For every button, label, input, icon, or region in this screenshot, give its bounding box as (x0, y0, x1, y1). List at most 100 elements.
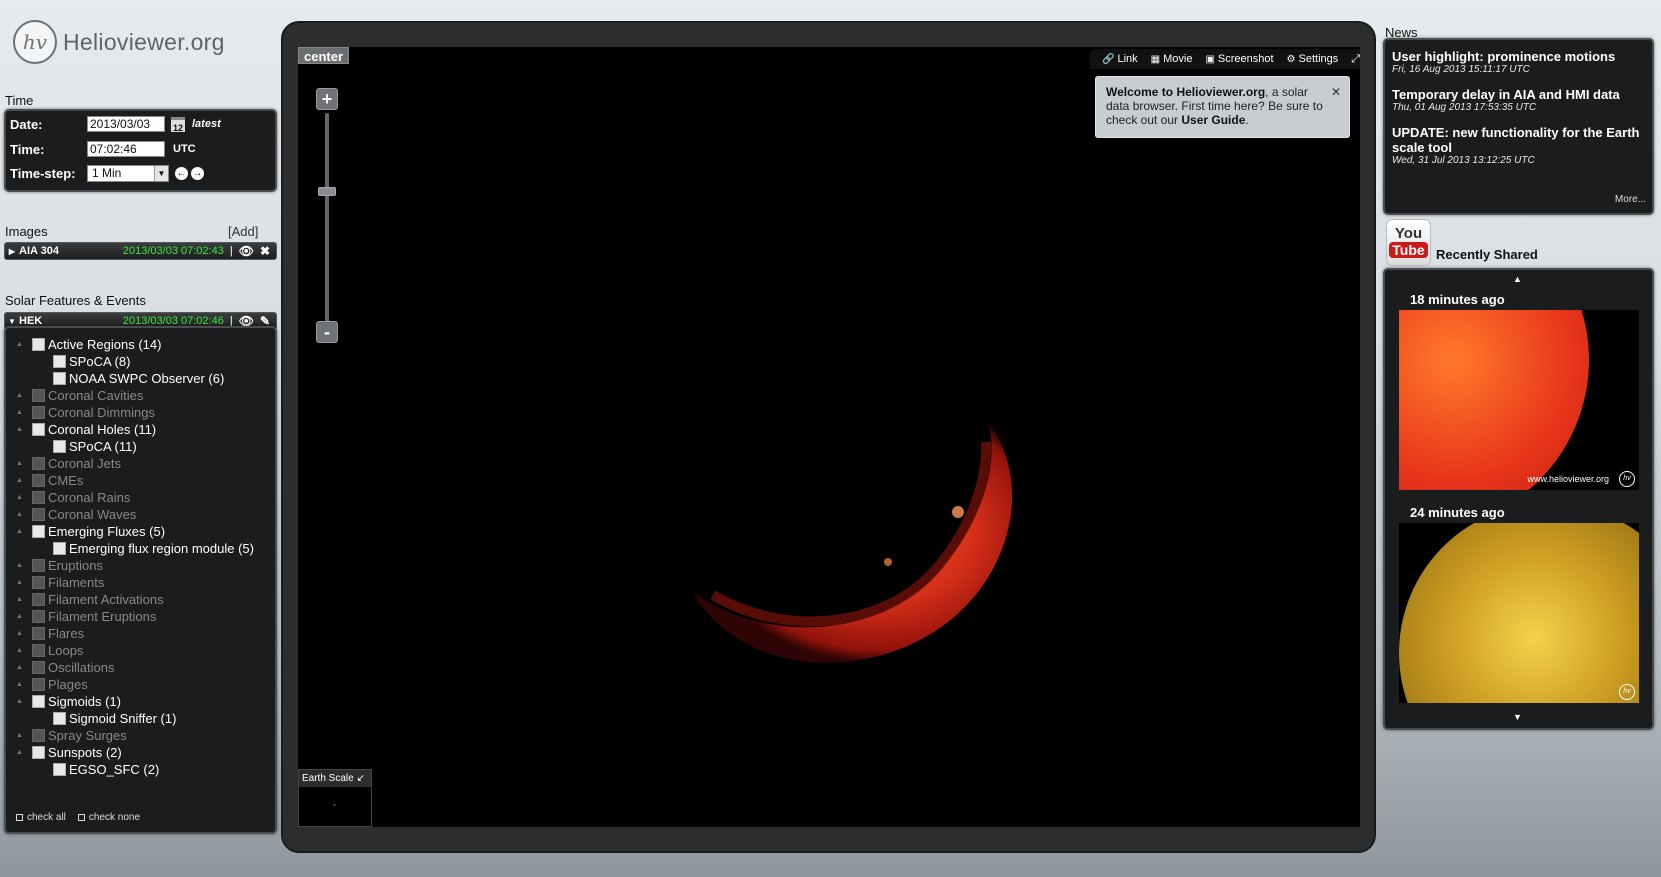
event-type-item[interactable]: ▲ Coronal Holes (11) (16, 421, 156, 438)
link-button[interactable]: 🔗 Link (1102, 53, 1138, 65)
youtube-logo-icon[interactable]: You Tube (1386, 219, 1431, 266)
event-checkbox[interactable] (32, 457, 45, 470)
news-title[interactable]: Temporary delay in AIA and HMI data (1392, 87, 1645, 102)
collapse-triangle-icon[interactable]: ▼ (5, 317, 19, 326)
expand-triangle-icon[interactable]: ▲ (16, 647, 32, 654)
event-type-item[interactable]: ▲ Filaments (16, 574, 104, 591)
scroll-down-icon[interactable]: ▼ (1513, 712, 1522, 722)
event-subtype-item[interactable]: SPoCA (8) (49, 353, 130, 370)
event-checkbox[interactable] (32, 491, 45, 504)
event-checkbox[interactable] (32, 559, 45, 572)
expand-triangle-icon[interactable]: ▲ (16, 630, 32, 637)
event-type-item[interactable]: ▲ Sunspots (2) (16, 744, 122, 761)
user-guide-link[interactable]: User Guide (1181, 113, 1245, 127)
event-checkbox[interactable] (32, 729, 45, 742)
expand-triangle-icon[interactable]: ▲ (16, 460, 32, 467)
collapse-arrow-icon[interactable]: ↙ (356, 773, 364, 784)
event-type-item[interactable]: ▲ Eruptions (16, 557, 103, 574)
news-item[interactable]: User highlight: prominence motions Fri, … (1392, 49, 1645, 75)
event-subtype-item[interactable]: Emerging flux region module (5) (49, 540, 254, 557)
visibility-eye-icon[interactable]: 👁 (239, 244, 254, 258)
zoom-in-button[interactable]: + (316, 88, 338, 110)
event-checkbox[interactable] (32, 678, 45, 691)
event-type-item[interactable]: ▲ Active Regions (14) (16, 336, 161, 353)
event-checkbox[interactable] (32, 389, 45, 402)
event-checkbox[interactable] (32, 695, 45, 708)
event-checkbox[interactable] (53, 372, 66, 385)
check-none-link[interactable]: check none (77, 812, 140, 823)
event-checkbox[interactable] (32, 406, 45, 419)
close-icon[interactable]: ✖ (260, 244, 270, 258)
solar-viewport[interactable] (298, 47, 1360, 827)
event-subtype-item[interactable]: Sigmoid Sniffer (1) (49, 710, 176, 727)
event-checkbox[interactable] (53, 763, 66, 776)
event-checkbox[interactable] (32, 627, 45, 640)
expand-triangle-icon[interactable]: ▲ (16, 511, 32, 518)
fullscreen-icon[interactable]: ⤢ (1351, 53, 1360, 66)
image-layer-row[interactable]: ▶ AIA 304 2013/03/03 07:02:43 | 👁 ✖ (4, 242, 277, 260)
shared-video-thumbnail[interactable]: hv (1399, 523, 1639, 703)
event-type-item[interactable]: ▲ Emerging Fluxes (5) (16, 523, 165, 540)
calendar-icon[interactable]: 12 (171, 116, 185, 133)
expand-triangle-icon[interactable]: ▲ (16, 426, 32, 433)
expand-triangle-icon[interactable]: ▲ (16, 392, 32, 399)
event-type-item[interactable]: ▲ Coronal Jets (16, 455, 121, 472)
step-back-icon[interactable]: ← (175, 167, 188, 180)
event-type-item[interactable]: ▲ Filament Eruptions (16, 608, 156, 625)
event-checkbox[interactable] (53, 355, 66, 368)
expand-triangle-icon[interactable]: ▲ (16, 749, 32, 756)
event-checkbox[interactable] (53, 440, 66, 453)
event-checkbox[interactable] (32, 644, 45, 657)
timestep-select[interactable]: 1 Min ▼ (87, 165, 169, 182)
helioviewer-logo[interactable]: hv Helioviewer.org (13, 20, 225, 64)
date-input[interactable]: 2013/03/03 (87, 116, 165, 132)
center-button[interactable]: center (298, 47, 350, 64)
expand-triangle-icon[interactable]: ▲ (16, 681, 32, 688)
event-checkbox[interactable] (53, 712, 66, 725)
settings-button[interactable]: ⚙ Settings (1287, 53, 1339, 65)
time-input[interactable]: 07:02:46 (87, 141, 165, 157)
news-title[interactable]: UPDATE: new functionality for the Earth … (1392, 125, 1645, 155)
event-type-item[interactable]: ▲ Plages (16, 676, 88, 693)
zoom-slider-handle[interactable] (318, 187, 336, 196)
event-type-item[interactable]: ▲ Spray Surges (16, 727, 127, 744)
latest-button[interactable]: latest (192, 118, 221, 130)
event-type-item[interactable]: ▲ Sigmoids (1) (16, 693, 121, 710)
news-more-link[interactable]: More... (1615, 194, 1646, 205)
expand-triangle-icon[interactable]: ▲ (16, 528, 32, 535)
event-type-item[interactable]: ▲ Coronal Cavities (16, 387, 143, 404)
expand-triangle-icon[interactable]: ▲ (16, 409, 32, 416)
zoom-slider-track[interactable] (325, 113, 329, 326)
expand-triangle-icon[interactable]: ▲ (16, 477, 32, 484)
news-item[interactable]: Temporary delay in AIA and HMI data Thu,… (1392, 87, 1645, 113)
event-subtype-item[interactable]: NOAA SWPC Observer (6) (49, 370, 224, 387)
event-checkbox[interactable] (32, 423, 45, 436)
news-item[interactable]: UPDATE: new functionality for the Earth … (1392, 125, 1645, 166)
event-type-item[interactable]: ▲ Coronal Rains (16, 489, 130, 506)
event-checkbox[interactable] (32, 338, 45, 351)
screenshot-button[interactable]: ▣ Screenshot (1205, 53, 1273, 65)
expand-triangle-icon[interactable]: ▲ (16, 698, 32, 705)
expand-triangle-icon[interactable]: ▲ (16, 579, 32, 586)
step-forward-icon[interactable]: → (191, 167, 204, 180)
close-icon[interactable]: ✕ (1331, 85, 1341, 99)
shared-video-thumbnail[interactable]: www.helioviewer.org hv (1399, 310, 1639, 490)
event-checkbox[interactable] (53, 542, 66, 555)
event-checkbox[interactable] (32, 593, 45, 606)
scroll-up-icon[interactable]: ▲ (1513, 274, 1522, 284)
event-checkbox[interactable] (32, 610, 45, 623)
add-layer-link[interactable]: [Add] (228, 224, 258, 239)
event-subtype-item[interactable]: SPoCA (11) (49, 438, 137, 455)
check-all-link[interactable]: check all (16, 812, 66, 823)
event-type-item[interactable]: ▲ Loops (16, 642, 83, 659)
event-checkbox[interactable] (32, 474, 45, 487)
zoom-out-button[interactable]: - (316, 321, 338, 343)
event-type-item[interactable]: ▲ Flares (16, 625, 84, 642)
event-checkbox[interactable] (32, 661, 45, 674)
earth-scale-widget[interactable]: Earth Scale ↙ ° (298, 769, 372, 827)
expand-triangle-icon[interactable]: ▶ (5, 247, 19, 256)
event-type-item[interactable]: ▲ Coronal Dimmings (16, 404, 155, 421)
event-type-item[interactable]: ▲ Coronal Waves (16, 506, 136, 523)
event-subtype-item[interactable]: EGSO_SFC (2) (49, 761, 159, 778)
event-type-item[interactable]: ▲ Oscillations (16, 659, 114, 676)
